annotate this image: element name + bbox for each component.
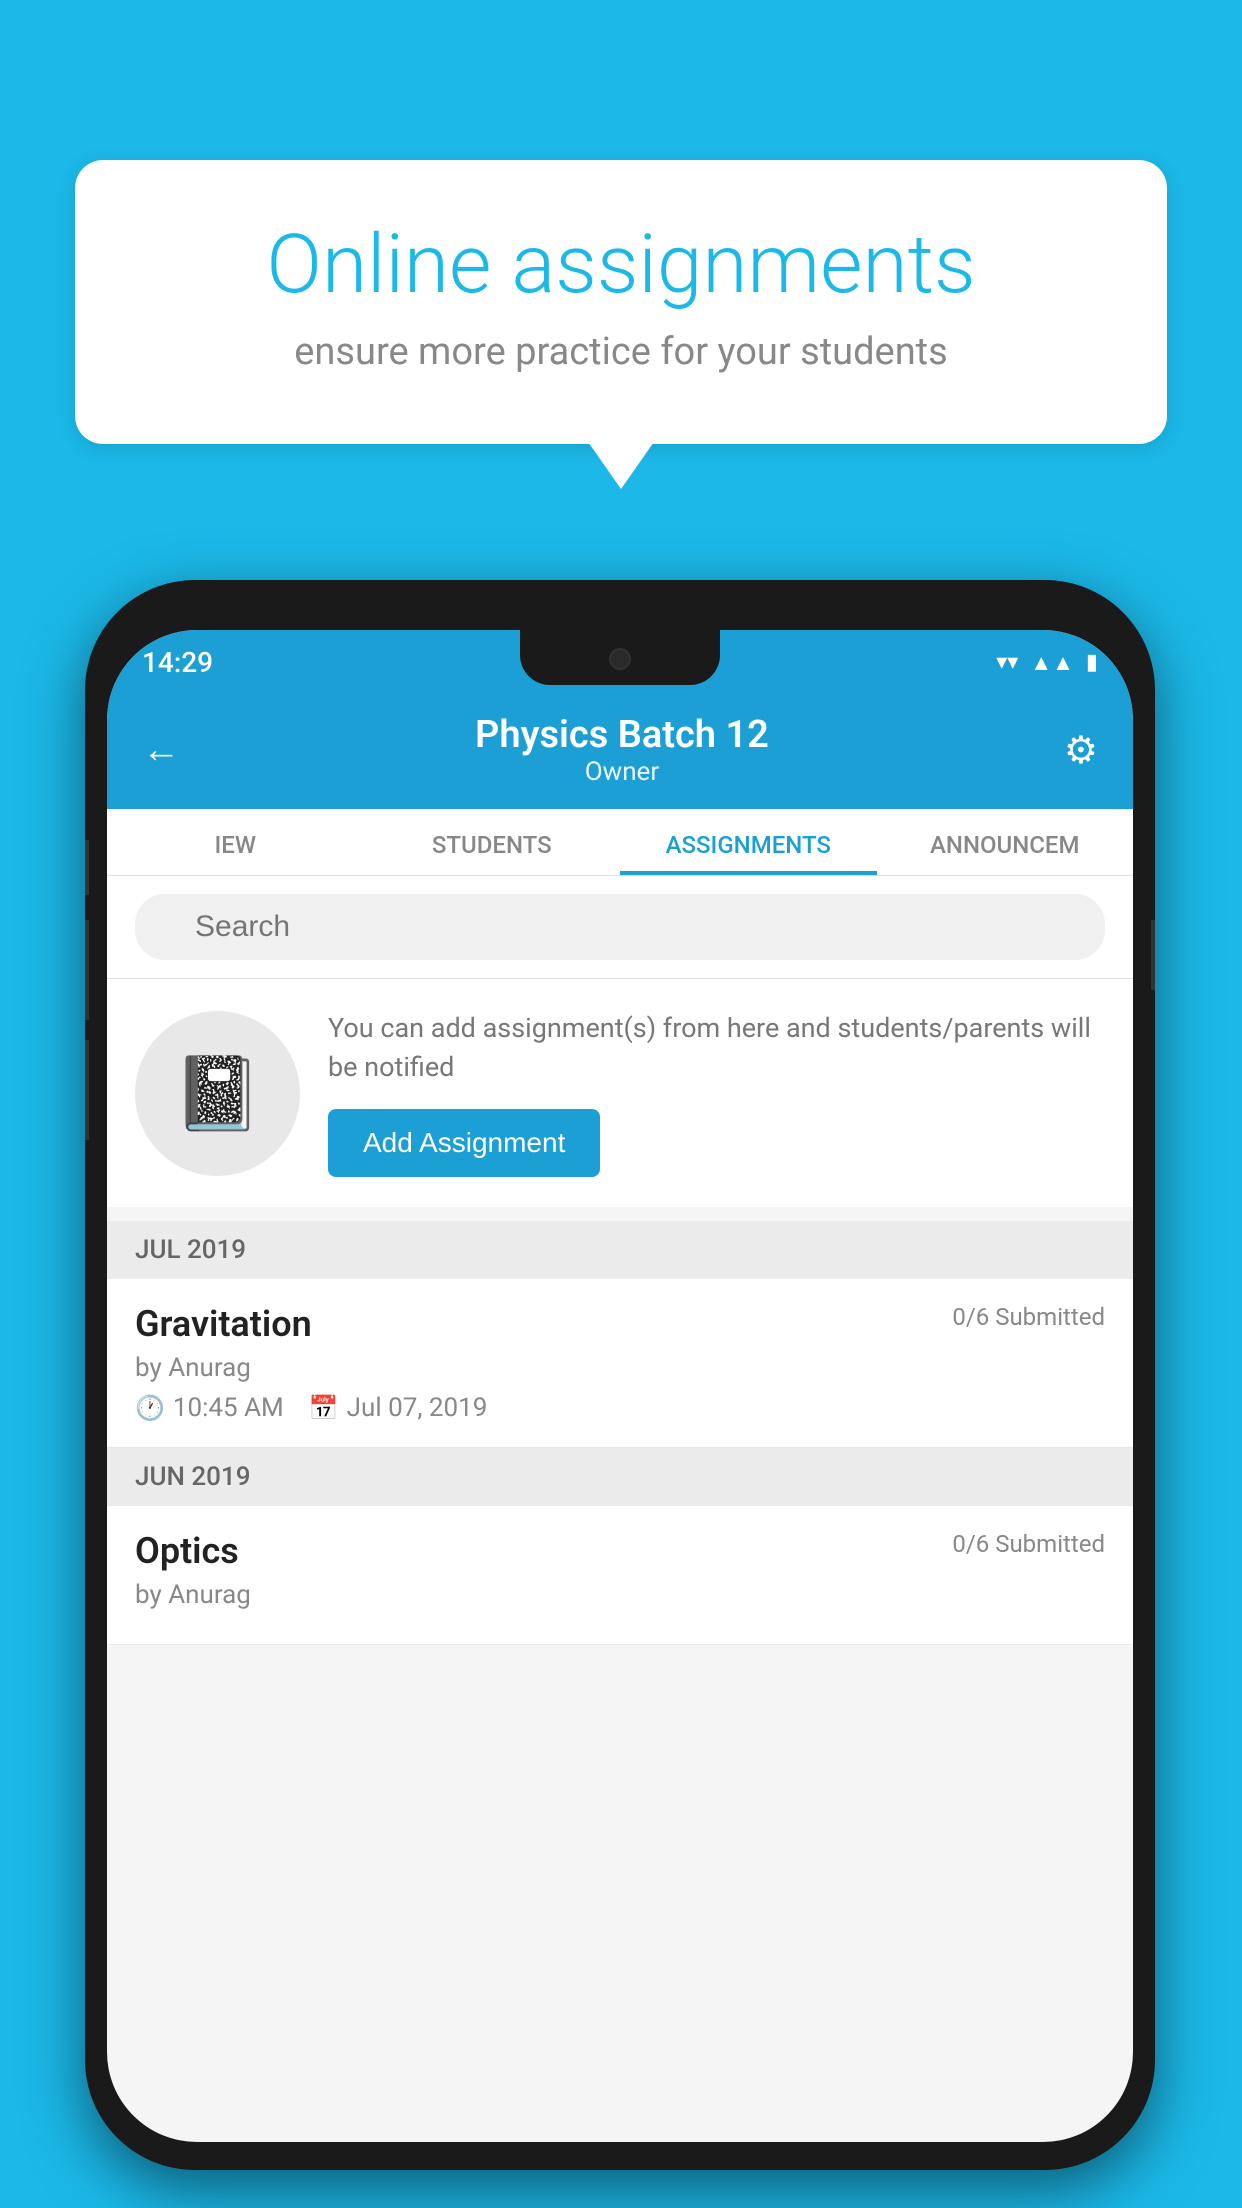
phone-frame: 14:29 ▾▾ ▲▲ ▮ ← Physics Batch 12 Owner ⚙… (85, 580, 1155, 2170)
search-wrapper: 🔍 (135, 894, 1105, 960)
date-value: Jul 07, 2019 (347, 1393, 488, 1423)
tab-announcements[interactable]: ANNOUNCEM (877, 809, 1134, 875)
clock-icon: 🕐 (135, 1394, 165, 1422)
header-center: Physics Batch 12 Owner (475, 713, 769, 787)
back-button[interactable]: ← (142, 728, 180, 772)
volume-down-button (85, 1040, 89, 1140)
assignment-submitted-optics: 0/6 Submitted (952, 1530, 1105, 1558)
mute-button (85, 840, 89, 895)
search-input[interactable] (135, 894, 1105, 960)
tabs-bar: IEW STUDENTS ASSIGNMENTS ANNOUNCEM (107, 809, 1133, 876)
status-icons: ▾▾ ▲▲ ▮ (996, 650, 1098, 676)
speech-bubble: Online assignments ensure more practice … (75, 160, 1167, 444)
tab-students[interactable]: STUDENTS (364, 809, 621, 875)
phone-screen: 14:29 ▾▾ ▲▲ ▮ ← Physics Batch 12 Owner ⚙… (107, 630, 1133, 2142)
bubble-title: Online assignments (155, 220, 1087, 310)
speech-bubble-container: Online assignments ensure more practice … (75, 160, 1167, 444)
time-value: 10:45 AM (173, 1393, 284, 1423)
camera (609, 648, 631, 670)
assignment-item-top-optics: Optics 0/6 Submitted (135, 1530, 1105, 1572)
assignment-date: 📅 Jul 07, 2019 (309, 1393, 488, 1423)
tab-iew[interactable]: IEW (107, 809, 364, 875)
assignment-item-gravitation[interactable]: Gravitation 0/6 Submitted by Anurag 🕐 10… (107, 1279, 1133, 1448)
tab-assignments[interactable]: ASSIGNMENTS (620, 809, 877, 875)
assignment-item-optics[interactable]: Optics 0/6 Submitted by Anurag (107, 1506, 1133, 1645)
calendar-icon: 📅 (309, 1394, 339, 1422)
add-assignment-button[interactable]: Add Assignment (328, 1109, 600, 1177)
bubble-subtitle: ensure more practice for your students (155, 330, 1087, 374)
header-subtitle: Owner (475, 757, 769, 787)
settings-icon[interactable]: ⚙ (1064, 728, 1098, 773)
add-assignment-description: You can add assignment(s) from here and … (328, 1009, 1105, 1087)
power-button (1151, 920, 1155, 990)
add-assignment-card: 📓 You can add assignment(s) from here an… (107, 979, 1133, 1207)
assignment-item-top: Gravitation 0/6 Submitted (135, 1303, 1105, 1345)
notebook-icon: 📓 (173, 1051, 263, 1136)
assignment-name: Gravitation (135, 1303, 312, 1345)
assignment-by-optics: by Anurag (135, 1580, 1105, 1610)
assignment-name-optics: Optics (135, 1530, 239, 1572)
search-container: 🔍 (107, 876, 1133, 979)
section-header-jul: JUL 2019 (107, 1221, 1133, 1279)
signal-icon: ▲▲ (1030, 650, 1074, 676)
wifi-icon: ▾▾ (996, 650, 1018, 675)
header-title: Physics Batch 12 (475, 713, 769, 757)
assignment-meta: 🕐 10:45 AM 📅 Jul 07, 2019 (135, 1393, 1105, 1423)
assignment-by: by Anurag (135, 1353, 1105, 1383)
volume-up-button (85, 920, 89, 1020)
section-header-jun: JUN 2019 (107, 1448, 1133, 1506)
status-time: 14:29 (142, 646, 213, 679)
assignment-icon-circle: 📓 (135, 1011, 300, 1176)
notch (520, 630, 720, 685)
app-header: ← Physics Batch 12 Owner ⚙ (107, 695, 1133, 809)
assignment-time: 🕐 10:45 AM (135, 1393, 284, 1423)
add-assignment-right: You can add assignment(s) from here and … (328, 1009, 1105, 1177)
assignment-submitted: 0/6 Submitted (952, 1303, 1105, 1331)
battery-icon: ▮ (1086, 650, 1098, 675)
